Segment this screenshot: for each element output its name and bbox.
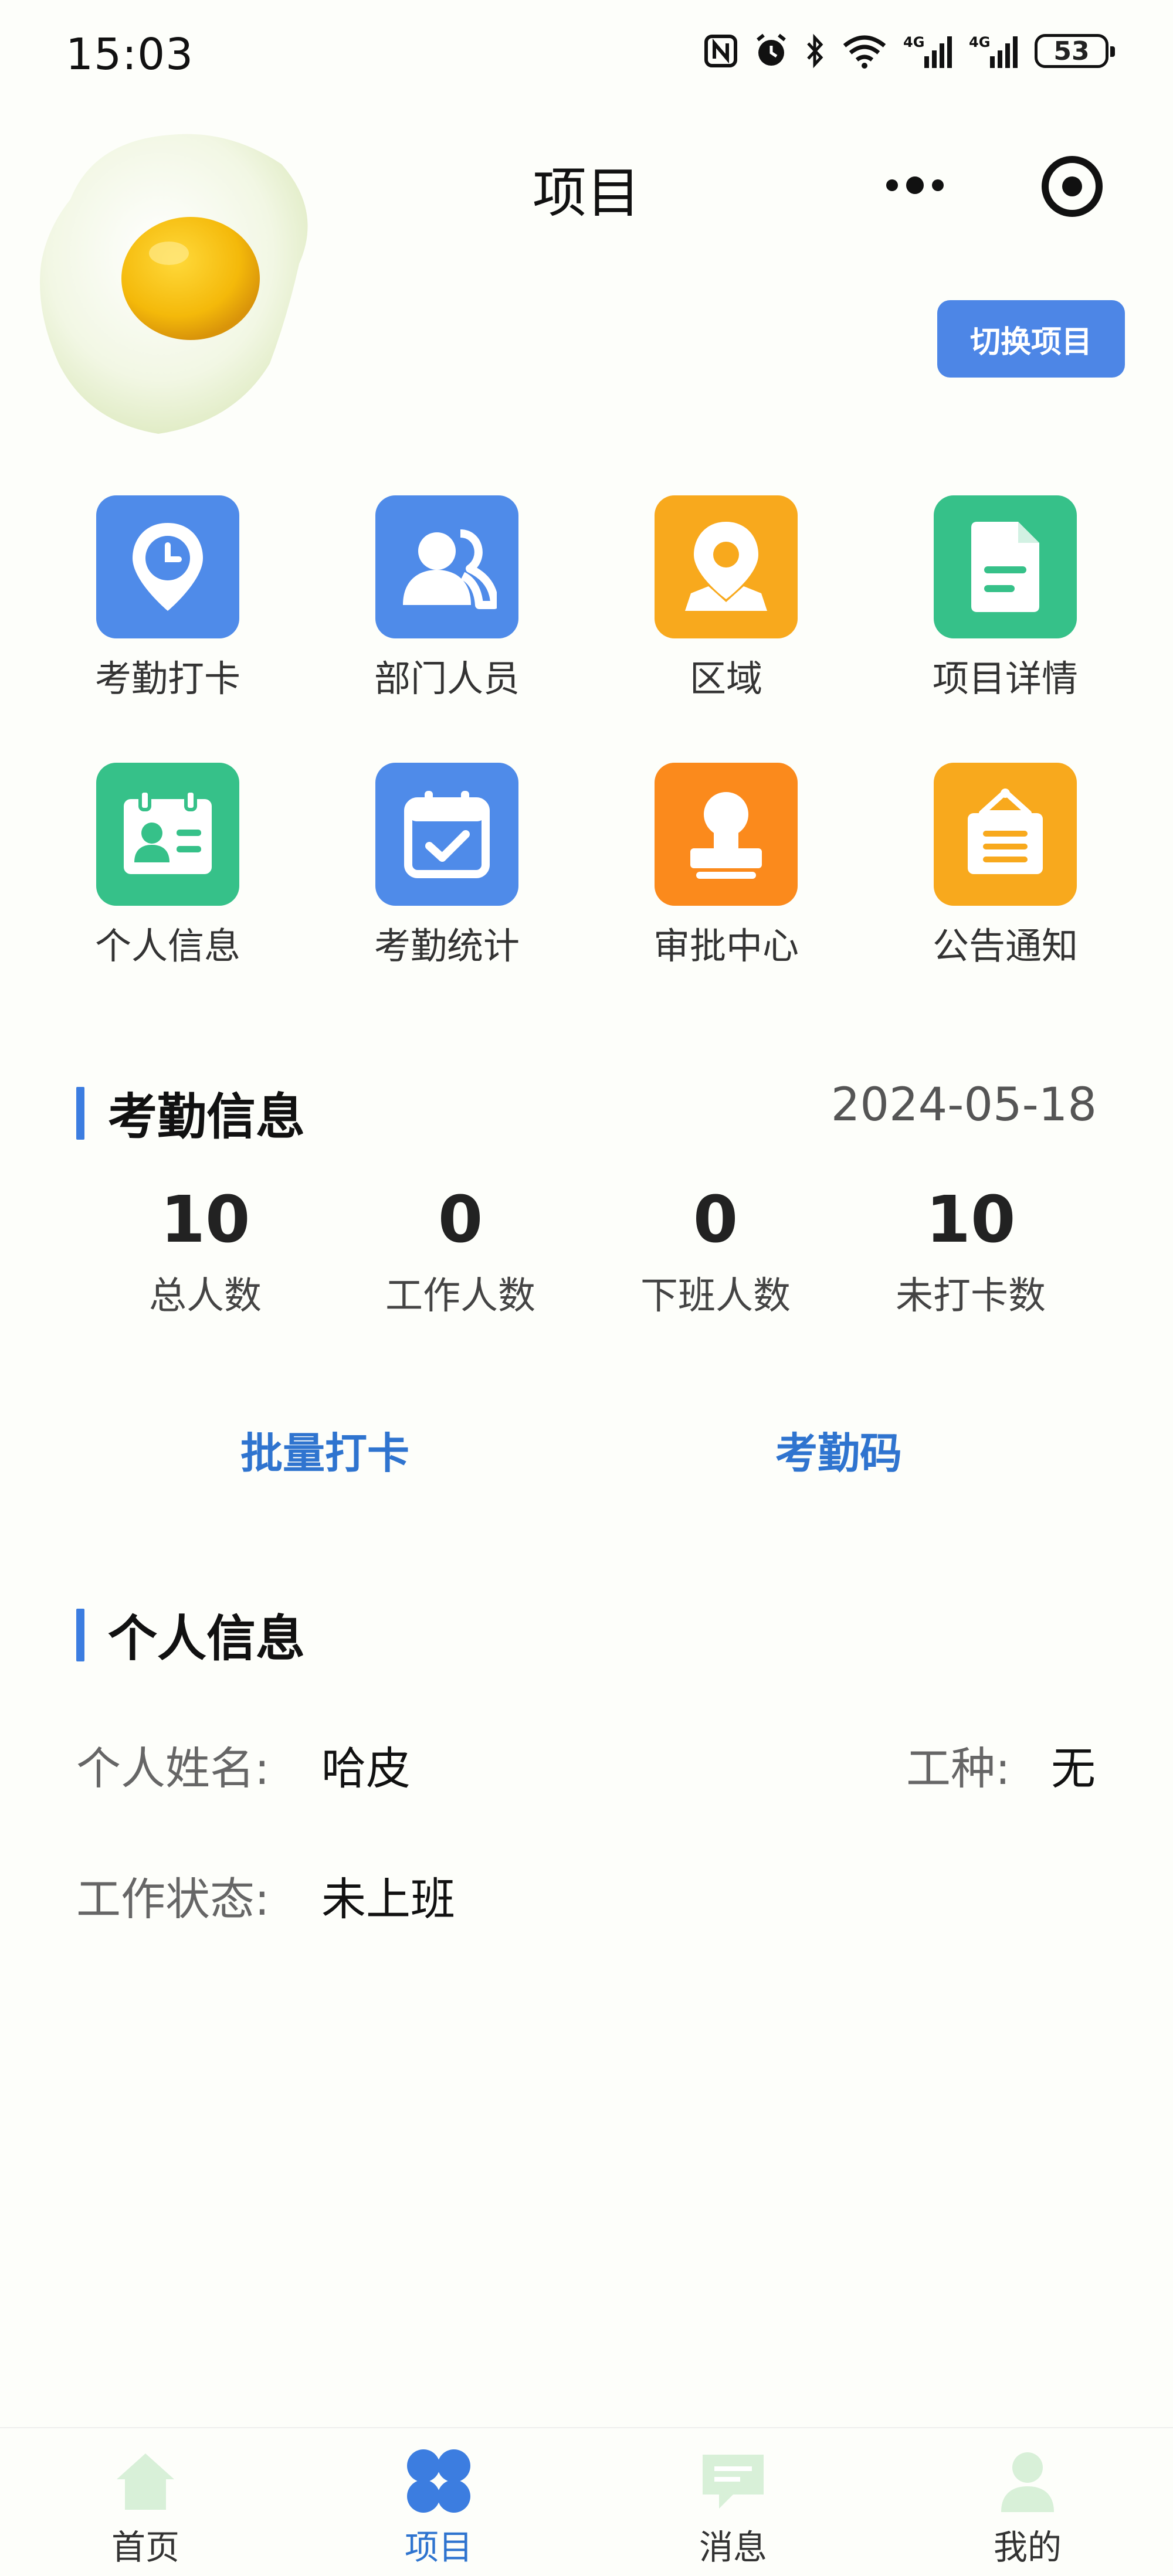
attendance-code-link[interactable]: 考勤码 — [775, 1419, 902, 1480]
location-clock-icon — [96, 495, 239, 638]
battery-indicator: 53 — [1035, 34, 1115, 68]
stat-value: 0 — [438, 1182, 483, 1257]
stat-off-duty: 0 下班人数 — [598, 1184, 833, 1320]
menu-item-label: 个人信息 — [94, 925, 240, 967]
stat-working: 0 工作人数 — [343, 1184, 578, 1320]
more-dot-icon — [906, 176, 924, 194]
tab-label: 首页 — [111, 2527, 179, 2567]
more-button[interactable] — [880, 168, 950, 203]
menu-item-label: 项目详情 — [932, 657, 1078, 700]
job-type-label: 工种: — [906, 1742, 1011, 1795]
tab-label: 我的 — [993, 2527, 1062, 2567]
work-status-value: 未上班 — [321, 1873, 455, 1925]
people-icon — [375, 495, 518, 638]
menu-item-area[interactable]: 区域 — [626, 495, 826, 702]
personal-title-text: 个人信息 — [108, 1610, 306, 1667]
menu-item-department-staff[interactable]: 部门人员 — [347, 495, 547, 702]
nfc-icon — [704, 34, 738, 68]
home-icon — [110, 2446, 181, 2516]
menu-item-attendance-stats[interactable]: 考勤统计 — [347, 763, 547, 969]
user-icon — [992, 2446, 1063, 2516]
tab-mine[interactable]: 我的 — [957, 2446, 1098, 2569]
attendance-title-text: 考勤信息 — [108, 1088, 306, 1146]
menu-item-project-details[interactable]: 项目详情 — [906, 495, 1105, 702]
menu-item-approval-center[interactable]: 审批中心 — [626, 763, 826, 969]
tab-messages[interactable]: 消息 — [663, 2446, 804, 2569]
menu-item-label: 审批中心 — [653, 925, 799, 967]
stat-value: 0 — [693, 1182, 738, 1257]
notice-board-icon — [934, 763, 1077, 906]
stat-label: 下班人数 — [640, 1275, 791, 1318]
menu-item-label: 部门人员 — [374, 657, 520, 700]
status-time: 15:03 — [66, 29, 194, 80]
document-icon — [934, 495, 1077, 638]
stat-label: 工作人数 — [385, 1275, 535, 1318]
more-dot-icon — [932, 179, 944, 191]
network-2-label: 4G — [969, 34, 990, 50]
bluetooth-icon — [805, 33, 826, 69]
more-dot-icon — [886, 179, 898, 191]
bottom-tab-bar: 首页 项目 消息 我的 — [0, 2427, 1173, 2576]
calendar-check-icon — [375, 763, 518, 906]
tab-project[interactable]: 项目 — [368, 2446, 509, 2569]
attendance-section-title: 考勤信息 — [76, 1078, 305, 1148]
stat-total: 10 总人数 — [88, 1184, 323, 1320]
name-value: 哈皮 — [321, 1742, 411, 1795]
target-icon — [1062, 176, 1082, 196]
close-miniprogram-button[interactable] — [1042, 156, 1103, 217]
map-pin-icon — [655, 495, 798, 638]
menu-item-attendance-punch[interactable]: 考勤打卡 — [68, 495, 267, 702]
stat-label: 未打卡数 — [896, 1275, 1046, 1318]
id-card-icon — [96, 763, 239, 906]
attendance-date: 2024-05-18 — [830, 1079, 1097, 1131]
personal-section-title: 个人信息 — [76, 1599, 305, 1670]
signal-2-icon: 4G — [969, 33, 1019, 69]
section-accent-bar — [76, 1086, 84, 1140]
alarm-icon — [753, 33, 789, 69]
wifi-icon — [841, 33, 888, 69]
batch-punch-link[interactable]: 批量打卡 — [240, 1419, 409, 1480]
network-1-label: 4G — [903, 34, 924, 50]
stat-label: 总人数 — [149, 1275, 262, 1318]
job-type-value: 无 — [1051, 1742, 1096, 1795]
stat-value: 10 — [160, 1182, 250, 1257]
menu-item-label: 公告通知 — [932, 925, 1078, 967]
menu-item-label: 考勤统计 — [374, 925, 520, 967]
tab-label: 消息 — [699, 2527, 767, 2567]
signal-1-icon: 4G — [903, 33, 954, 69]
work-status-label: 工作状态: — [76, 1873, 270, 1925]
section-accent-bar — [76, 1608, 84, 1661]
name-label: 个人姓名: — [76, 1742, 270, 1795]
switch-project-button[interactable]: 切换项目 — [937, 300, 1125, 378]
menu-item-announcements[interactable]: 公告通知 — [906, 763, 1105, 969]
message-icon — [698, 2446, 768, 2516]
clover-icon — [404, 2446, 474, 2516]
menu-item-label: 区域 — [689, 657, 762, 700]
stat-not-punched: 10 未打卡数 — [853, 1184, 1088, 1320]
stat-value: 10 — [925, 1182, 1016, 1257]
status-icons: 4G 4G 53 — [704, 33, 1115, 69]
stamp-icon — [655, 763, 798, 906]
menu-item-label: 考勤打卡 — [94, 657, 240, 700]
tab-label: 项目 — [404, 2527, 473, 2567]
menu-item-personal-info[interactable]: 个人信息 — [68, 763, 267, 969]
avatar — [35, 117, 328, 446]
tab-home[interactable]: 首页 — [75, 2446, 216, 2569]
